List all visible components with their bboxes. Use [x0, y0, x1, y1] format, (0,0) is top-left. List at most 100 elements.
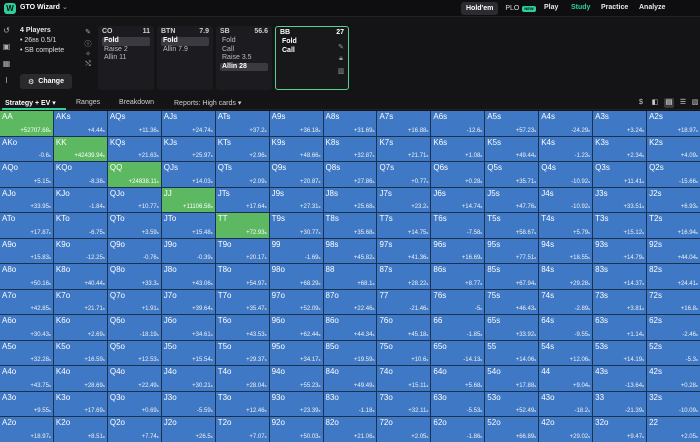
table-view-icon[interactable]: ☰ — [678, 98, 688, 108]
hand-cell-KTo[interactable]: KTo -6.75s — [53, 213, 107, 238]
hand-cell-98s[interactable]: 98s +45.82s — [323, 238, 377, 264]
action-fold[interactable]: Fold — [161, 37, 209, 46]
hand-cell-A5s[interactable]: A5s +57.23s — [485, 111, 539, 136]
hand-cell-K9s[interactable]: K9s +48.66s — [269, 136, 323, 162]
action-fold[interactable]: Fold — [102, 37, 150, 46]
hand-cell-65o[interactable]: 65o -14.13s — [431, 340, 485, 366]
hand-cell-A6o[interactable]: A6o +30.43s — [0, 315, 53, 340]
hand-cell-97o[interactable]: 97o +52.09s — [269, 289, 323, 315]
action-fold[interactable]: Fold — [280, 38, 344, 47]
hand-cell-92o[interactable]: 92o +50.03s — [269, 417, 323, 442]
hand-cell-JTo[interactable]: JTo +15.48s — [161, 213, 215, 238]
tab-reports[interactable]: Reports: High cards ▾ — [174, 99, 241, 107]
hand-cell-AJs[interactable]: AJs +24.74s — [161, 111, 215, 136]
hand-cell-QJo[interactable]: QJo +10.77s — [107, 187, 161, 213]
hand-cell-87s[interactable]: 87s +28.22s — [377, 264, 431, 289]
hand-cell-85o[interactable]: 85o +19.59s — [323, 340, 377, 366]
hand-cell-64s[interactable]: 64s -9.55s — [539, 315, 593, 340]
hand-cell-T5o[interactable]: T5o +29.37s — [215, 340, 269, 366]
position-btn[interactable]: BTN 7.9 Fold Allin 7.9 — [157, 26, 213, 90]
nav-practice[interactable]: Practice — [601, 4, 628, 11]
hand-cell-93s[interactable]: 93s +14.79s — [593, 238, 647, 264]
hand-cell-J6s[interactable]: J6s +14.74s — [431, 187, 485, 213]
text-cursor-icon[interactable]: I — [2, 76, 11, 85]
hand-cell-A7o[interactable]: A7o +42.85s — [0, 289, 53, 315]
hand-cell-77[interactable]: 77 -21.46s — [377, 289, 431, 315]
hand-cell-98o[interactable]: 98o +68.29s — [269, 264, 323, 289]
hand-cell-43o[interactable]: 43o -18.2s — [539, 391, 593, 417]
hand-cell-K7s[interactable]: K7s +21.71s — [377, 136, 431, 162]
hand-cell-83o[interactable]: 83o -1.18s — [323, 391, 377, 417]
hand-cell-A9s[interactable]: A9s +36.18s — [269, 111, 323, 136]
hand-cell-97s[interactable]: 97s +41.36s — [377, 238, 431, 264]
change-button[interactable]: ⚙ Change — [20, 74, 72, 89]
matrix-view-icon[interactable]: ▤ — [664, 98, 674, 108]
hand-cell-Q9o[interactable]: Q9o -0.76s — [107, 238, 161, 264]
magic-icon[interactable]: ✧ — [83, 50, 93, 61]
hand-cell-Q5s[interactable]: Q5s +35.71s — [485, 162, 539, 187]
save-icon[interactable]: ▣ — [2, 42, 11, 51]
hand-cell-J2o[interactable]: J2o +26.5s — [161, 417, 215, 442]
action-call[interactable]: Call — [280, 47, 344, 56]
hand-cell-32s[interactable]: 32s -10.09s — [647, 391, 700, 417]
action-raise[interactable]: Raise 2 — [102, 46, 150, 55]
hand-cell-A2s[interactable]: A2s +18.97s — [647, 111, 700, 136]
hand-cell-86s[interactable]: 86s +8.77s — [431, 264, 485, 289]
brand-name[interactable]: GTO Wizard — [20, 4, 60, 11]
hand-cell-76o[interactable]: 76o +45.18s — [377, 315, 431, 340]
hand-cell-J7s[interactable]: J7s +23.2s — [377, 187, 431, 213]
hand-cell-83s[interactable]: 83s +14.37s — [593, 264, 647, 289]
hand-cell-KQs[interactable]: KQs +21.63s — [107, 136, 161, 162]
hand-cell-T8o[interactable]: T8o +54.97s — [215, 264, 269, 289]
position-sb[interactable]: SB 56.6 Fold Call Raise 3.5 Allin 28 — [216, 26, 272, 90]
hand-cell-ATo[interactable]: ATo +17.87s — [0, 213, 53, 238]
hand-cell-K4o[interactable]: K4o +28.69s — [53, 366, 107, 391]
hand-cell-42o[interactable]: 42o +29.02s — [539, 417, 593, 442]
hand-cell-93o[interactable]: 93o +23.39s — [269, 391, 323, 417]
hand-cell-K6s[interactable]: K6s +1.08s — [431, 136, 485, 162]
mode-holdem[interactable]: Hold'em — [461, 2, 499, 15]
hand-cell-T8s[interactable]: T8s +35.68s — [323, 213, 377, 238]
hand-cell-52o[interactable]: 52o +66.89s — [485, 417, 539, 442]
hand-cell-A3s[interactable]: A3s +3.24s — [593, 111, 647, 136]
hand-cell-KJs[interactable]: KJs +25.97s — [161, 136, 215, 162]
hand-cell-75s[interactable]: 75s +46.43s — [485, 289, 539, 315]
hand-cell-K6o[interactable]: K6o +2.69s — [53, 315, 107, 340]
hand-cell-95s[interactable]: 95s +77.51s — [485, 238, 539, 264]
hand-cell-J2s[interactable]: J2s +6.93s — [647, 187, 700, 213]
hand-cell-A9o[interactable]: A9o +15.83s — [0, 238, 53, 264]
action-raise[interactable]: Raise 3.5 — [220, 54, 268, 63]
info-icon[interactable]: ⓘ — [83, 39, 93, 50]
hand-cell-K9o[interactable]: K9o -12.25s — [53, 238, 107, 264]
book-icon[interactable]: ▥ — [337, 67, 345, 79]
hand-cell-TT[interactable]: TT +72.93s — [215, 213, 269, 238]
hand-cell-AKo[interactable]: AKo -0.6s — [0, 136, 53, 162]
hand-cell-AQs[interactable]: AQs +11.36s — [107, 111, 161, 136]
hand-cell-86o[interactable]: 86o +44.34s — [323, 315, 377, 340]
hand-cell-85s[interactable]: 85s +67.94s — [485, 264, 539, 289]
hand-cell-T3s[interactable]: T3s +15.12s — [593, 213, 647, 238]
hand-cell-J3o[interactable]: J3o -5.59s — [161, 391, 215, 417]
hand-cell-AA[interactable]: AA +52707.68s — [0, 111, 53, 136]
action-fold[interactable]: Fold — [220, 37, 268, 46]
hand-cell-62o[interactable]: 62o -1.86s — [431, 417, 485, 442]
hand-cell-KK[interactable]: KK +42439.94s — [53, 136, 107, 162]
hand-cell-QJs[interactable]: QJs +14.03s — [161, 162, 215, 187]
hand-cell-32o[interactable]: 32o +9.47s — [593, 417, 647, 442]
hand-cell-72o[interactable]: 72o +2.05s — [377, 417, 431, 442]
grid-view-icon[interactable]: ◧ — [650, 98, 660, 108]
pencil-icon[interactable]: ✎ — [83, 28, 93, 39]
hand-cell-T3o[interactable]: T3o +12.46s — [215, 391, 269, 417]
hand-cell-T4o[interactable]: T4o +28.04s — [215, 366, 269, 391]
hand-cell-75o[interactable]: 75o +10.6s — [377, 340, 431, 366]
hand-cell-62s[interactable]: 62s -2.46s — [647, 315, 700, 340]
tab-breakdown[interactable]: Breakdown — [119, 99, 154, 106]
hand-cell-Q4s[interactable]: Q4s -10.92s — [539, 162, 593, 187]
hand-cell-73s[interactable]: 73s +3.81s — [593, 289, 647, 315]
hand-cell-T4s[interactable]: T4s +5.79s — [539, 213, 593, 238]
hand-cell-94o[interactable]: 94o +55.23s — [269, 366, 323, 391]
hand-cell-Q9s[interactable]: Q9s +20.87s — [269, 162, 323, 187]
hand-cell-J4s[interactable]: J4s -10.92s — [539, 187, 593, 213]
tab-strategy-ev[interactable]: Strategy + EV ▾ — [5, 99, 56, 107]
hand-cell-T5s[interactable]: T5s +58.67s — [485, 213, 539, 238]
